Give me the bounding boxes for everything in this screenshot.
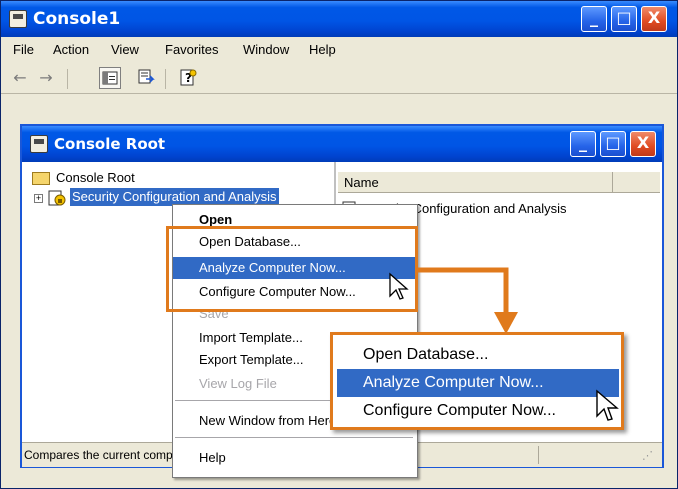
close-button[interactable]: X [641,6,667,32]
highlight-frame [166,226,418,312]
menu-action[interactable]: Action [53,42,89,57]
maximize-button[interactable]: □ [611,6,637,32]
console-root-icon [30,135,48,153]
folder-icon [32,172,50,185]
menu-view[interactable]: View [111,42,139,57]
list-header: Name [338,172,660,193]
toolbar: ← → ? [1,63,677,94]
inner-minimize-button[interactable]: _ [570,131,596,157]
callout-item-open-database: Open Database... [363,346,489,363]
toolbar-separator [67,69,68,89]
callout-arrow-icon [418,267,518,334]
maximize-icon: □ [616,8,632,27]
callout-item-configure-computer: Configure Computer Now... [363,402,556,419]
inner-close-button[interactable]: X [630,131,656,157]
minimize-icon: _ [590,8,598,27]
minimize-button[interactable]: _ [581,6,607,32]
resize-grip-icon[interactable]: ⋰ [642,449,656,463]
window-title: Console1 [33,9,121,29]
minimize-icon: _ [579,133,587,152]
inner-window-title: Console Root [54,135,166,153]
menu-bar: File Action View Favorites Window Help [1,37,677,63]
column-header-name[interactable]: Name [344,175,379,190]
menu-file[interactable]: File [13,42,34,57]
close-icon: X [647,8,661,27]
help-icon[interactable]: ? [177,67,199,89]
maximize-icon: □ [605,133,621,152]
window-title-bar[interactable]: Console1 _ □ X [1,1,677,37]
menu-help[interactable]: Help [309,42,336,57]
status-divider [538,446,539,464]
security-config-icon [48,189,66,207]
callout-item-analyze-computer: Analyze Computer Now... [337,369,619,397]
back-arrow-icon[interactable]: ← [9,67,31,89]
close-icon: X [636,133,650,152]
mouse-pointer-icon [388,272,410,302]
tree-root-label[interactable]: Console Root [56,170,135,185]
forward-arrow-icon[interactable]: → [35,67,57,89]
menu-window[interactable]: Window [243,42,289,57]
menu-separator [175,437,413,438]
toolbar-separator [165,69,166,89]
show-hide-tree-icon[interactable] [99,67,121,89]
menu-item-help[interactable]: Help [173,447,415,469]
export-list-icon[interactable] [135,67,157,89]
column-divider[interactable] [612,172,613,192]
zoom-callout: Open Database... Analyze Computer Now...… [330,332,624,430]
inner-maximize-button[interactable]: □ [600,131,626,157]
inner-title-bar[interactable]: Console Root _ □ X [22,126,662,162]
menu-favorites[interactable]: Favorites [165,42,218,57]
mouse-pointer-icon [595,389,619,423]
expand-plus-icon[interactable]: + [34,194,43,203]
mmc-app-icon [9,10,27,28]
